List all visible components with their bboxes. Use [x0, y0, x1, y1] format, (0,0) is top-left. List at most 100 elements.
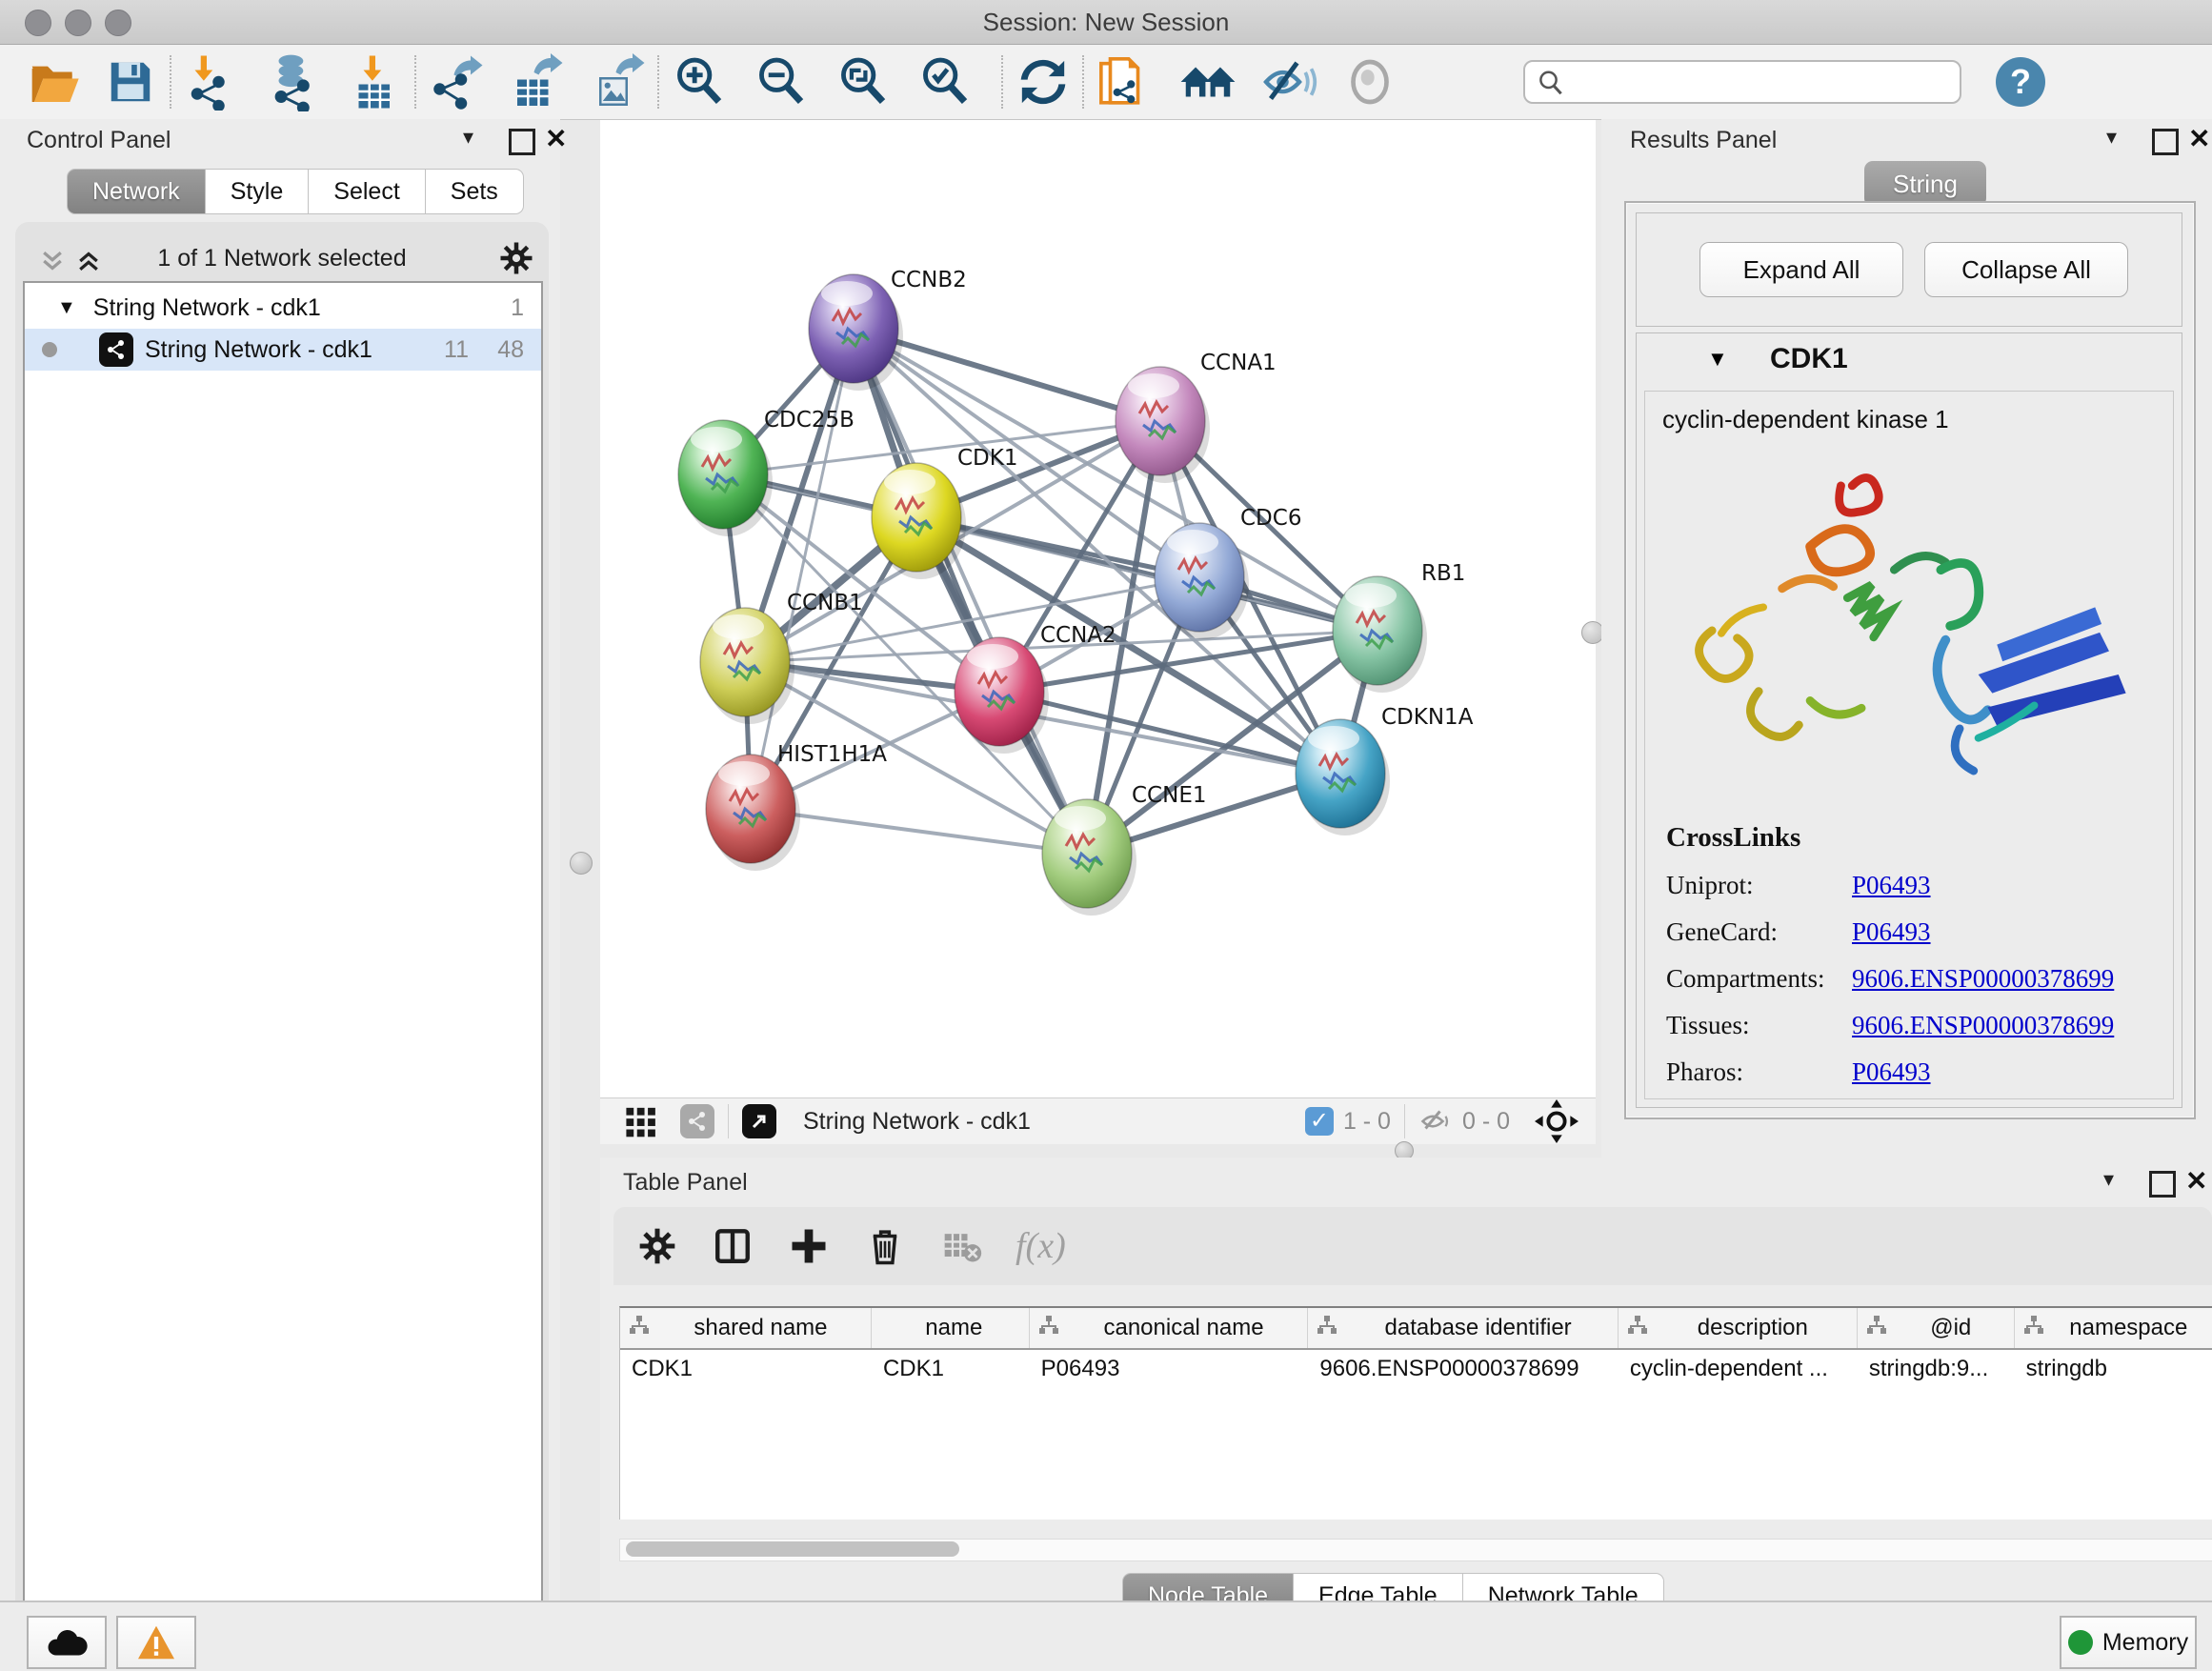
apply-layout-button[interactable] — [1014, 52, 1073, 111]
table-cell[interactable]: stringdb:9... — [1858, 1350, 2015, 1390]
gear-icon[interactable] — [499, 241, 533, 275]
network-edge[interactable] — [854, 329, 1087, 854]
hidden-eye-icon[interactable] — [1418, 1104, 1453, 1138]
column-header-description[interactable]: description — [1619, 1308, 1858, 1348]
collection-expand-icon[interactable]: ▼ — [57, 297, 76, 319]
network-node-CDC6[interactable] — [1155, 523, 1249, 639]
network-node-CDK1[interactable] — [872, 463, 966, 579]
cloud-status-button[interactable] — [27, 1616, 107, 1669]
column-header-shared-name[interactable]: shared name — [620, 1308, 872, 1348]
expand-all-button[interactable]: Expand All — [1699, 242, 1903, 297]
node-entry-header[interactable]: ▼ CDK1 — [1637, 333, 2182, 389]
detach-view-button[interactable] — [742, 1104, 776, 1138]
warnings-button[interactable] — [116, 1616, 196, 1669]
table-cell[interactable]: 9606.ENSP00000378699 — [1308, 1350, 1618, 1390]
table-row[interactable]: CDK1CDK1P064939606.ENSP00000378699cyclin… — [620, 1350, 2212, 1390]
float-panel-icon[interactable]: ▾ — [463, 125, 473, 150]
maximize-panel-icon[interactable] — [2152, 129, 2179, 155]
open-session-button[interactable] — [25, 52, 84, 111]
network-node-CCNA1[interactable] — [1116, 367, 1210, 483]
node-label-CCNB2: CCNB2 — [891, 268, 967, 292]
zoom-in-button[interactable] — [670, 52, 729, 111]
add-column-icon[interactable] — [789, 1226, 829, 1266]
column-header-@id[interactable]: @id — [1858, 1308, 2015, 1348]
table-cell[interactable]: cyclin-dependent ... — [1619, 1350, 1858, 1390]
network-collection-row[interactable]: ▼ String Network - cdk1 1 — [25, 287, 541, 329]
network-graph[interactable]: CCNB2CCNA1CDC25BCDK1CDC6RB1CCNB1CCNA2CDK… — [600, 120, 1596, 1097]
zoom-fit-button[interactable] — [834, 52, 893, 111]
function-builder-icon[interactable]: f(x) — [1016, 1225, 1066, 1267]
node-entry-content: cyclin-dependent kinase 1 — [1644, 391, 2174, 1099]
search-input[interactable] — [1523, 60, 1961, 104]
network-canvas[interactable]: CCNB2CCNA1CDC25BCDK1CDC6RB1CCNB1CCNA2CDK… — [600, 120, 1596, 1097]
delete-table-icon[interactable] — [941, 1225, 983, 1267]
network-node-HIST1H1A[interactable] — [706, 755, 800, 871]
network-node-RB1[interactable] — [1333, 576, 1427, 693]
select-columns-icon[interactable] — [713, 1226, 753, 1266]
import-network-database-button[interactable] — [264, 52, 323, 111]
import-table-file-button[interactable] — [346, 52, 405, 111]
tab-string[interactable]: String — [1864, 161, 1986, 207]
help-button[interactable]: ? — [1996, 57, 2045, 107]
tab-sets[interactable]: Sets — [426, 169, 524, 214]
expand-collapse-box: Expand All Collapse All — [1636, 212, 2182, 327]
crosslink-link[interactable]: P06493 — [1852, 871, 1931, 900]
column-header-namespace[interactable]: namespace — [2015, 1308, 2212, 1348]
network-edge[interactable] — [751, 329, 854, 809]
column-header-database-identifier[interactable]: database identifier — [1308, 1308, 1618, 1348]
maximize-panel-icon[interactable] — [2149, 1171, 2176, 1198]
table-cell[interactable]: CDK1 — [620, 1350, 872, 1390]
close-panel-icon[interactable]: ✕ — [545, 123, 567, 154]
selected-checkbox-icon[interactable]: ✓ — [1305, 1107, 1334, 1136]
grid-view-icon[interactable] — [625, 1105, 657, 1137]
float-panel-icon[interactable]: ▾ — [2103, 1167, 2114, 1192]
network-share-view-icon[interactable] — [680, 1104, 714, 1138]
gear-icon[interactable] — [638, 1227, 676, 1265]
table-cell[interactable]: P06493 — [1030, 1350, 1309, 1390]
import-network-file-button[interactable] — [182, 52, 241, 111]
network-node-CCNB2[interactable] — [809, 274, 903, 391]
export-image-button[interactable] — [589, 52, 648, 111]
network-node-CCNE1[interactable] — [1042, 799, 1136, 916]
export-table-button[interactable] — [507, 52, 566, 111]
save-session-button[interactable] — [101, 52, 160, 111]
scrollbar-thumb[interactable] — [626, 1541, 959, 1557]
zoom-in-icon — [672, 54, 727, 110]
crosslink-link[interactable]: 9606.ENSP00000378699 — [1852, 964, 2114, 994]
zoom-selected-button[interactable] — [915, 52, 975, 111]
memory-button[interactable]: Memory — [2060, 1616, 2197, 1669]
tab-network[interactable]: Network — [67, 169, 206, 214]
collapse-all-button[interactable]: Collapse All — [1924, 242, 2128, 297]
close-panel-icon[interactable]: ✕ — [2185, 1165, 2207, 1197]
show-graphics-button[interactable] — [1340, 52, 1399, 111]
float-panel-icon[interactable]: ▾ — [2106, 125, 2117, 150]
table-cell[interactable]: CDK1 — [872, 1350, 1030, 1390]
network-edge[interactable] — [751, 809, 1087, 854]
string-home-button[interactable] — [1178, 52, 1237, 111]
hide-labels-button[interactable] — [1260, 52, 1319, 111]
column-header-canonical-name[interactable]: canonical name — [1030, 1308, 1309, 1348]
network-label: String Network - cdk1 — [145, 336, 372, 364]
network-node-CCNA2[interactable] — [955, 637, 1049, 754]
table-horizontal-scrollbar[interactable] — [619, 1539, 2212, 1561]
left-panel-divider-handle[interactable] — [570, 852, 593, 875]
crosslink-link[interactable]: P06493 — [1852, 1057, 1931, 1087]
string-import-button[interactable] — [1095, 52, 1154, 111]
network-node-CCNB1[interactable] — [700, 608, 794, 724]
zoom-out-button[interactable] — [752, 52, 811, 111]
table-cell[interactable]: stringdb — [2015, 1350, 2212, 1390]
column-header-name[interactable]: name — [872, 1308, 1030, 1348]
network-row[interactable]: String Network - cdk1 11 48 — [25, 329, 541, 371]
close-panel-icon[interactable]: ✕ — [2188, 123, 2210, 154]
maximize-panel-icon[interactable] — [509, 129, 535, 155]
network-node-CDKN1A[interactable] — [1296, 719, 1390, 836]
export-network-button[interactable] — [427, 52, 486, 111]
crosslink-link[interactable]: P06493 — [1852, 917, 1931, 947]
entry-collapse-icon[interactable]: ▼ — [1707, 347, 1728, 372]
network-view-toolbar: String Network - cdk1 ✓ 1 - 0 0 - 0 — [600, 1097, 1596, 1144]
tab-select[interactable]: Select — [309, 169, 425, 214]
delete-column-icon[interactable] — [865, 1226, 905, 1266]
crosshair-icon[interactable] — [1535, 1099, 1579, 1143]
tab-style[interactable]: Style — [206, 169, 310, 214]
crosslink-link[interactable]: 9606.ENSP00000378699 — [1852, 1011, 2114, 1040]
